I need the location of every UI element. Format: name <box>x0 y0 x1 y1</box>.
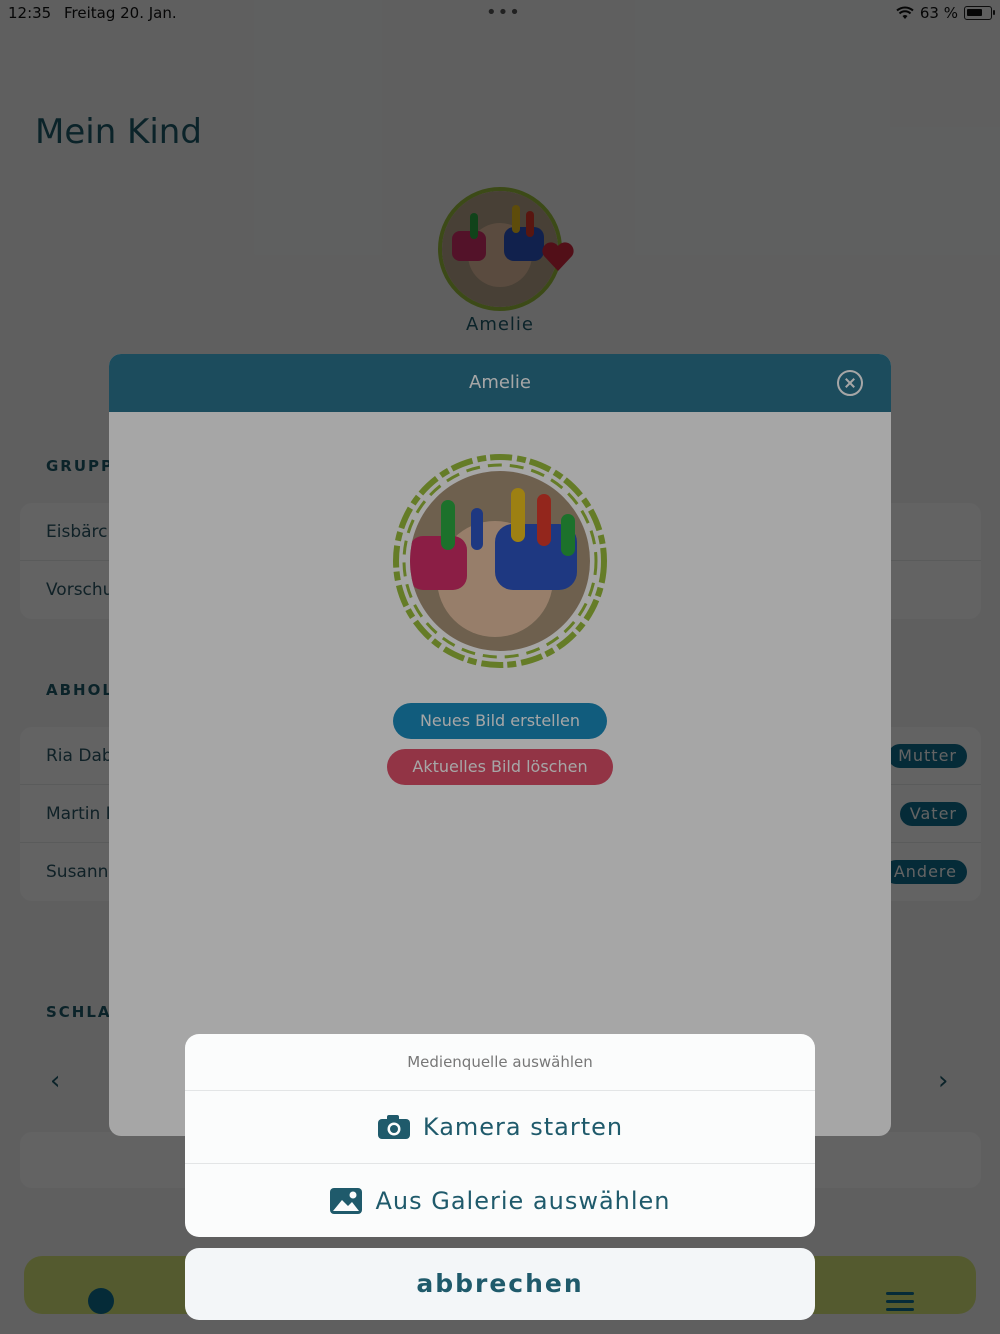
gallery-option[interactable]: Aus Galerie auswählen <box>185 1164 815 1237</box>
media-source-sheet: Medienquelle auswählen Kamera starten Au… <box>185 1034 815 1237</box>
cancel-button[interactable]: abbrechen <box>185 1248 815 1320</box>
gallery-option-label: Aus Galerie auswählen <box>375 1186 671 1215</box>
image-icon <box>330 1187 363 1214</box>
camera-option-label: Kamera starten <box>422 1113 624 1141</box>
sheet-title: Medienquelle auswählen <box>185 1034 815 1091</box>
camera-option[interactable]: Kamera starten <box>185 1091 815 1164</box>
camera-icon <box>377 1115 410 1139</box>
